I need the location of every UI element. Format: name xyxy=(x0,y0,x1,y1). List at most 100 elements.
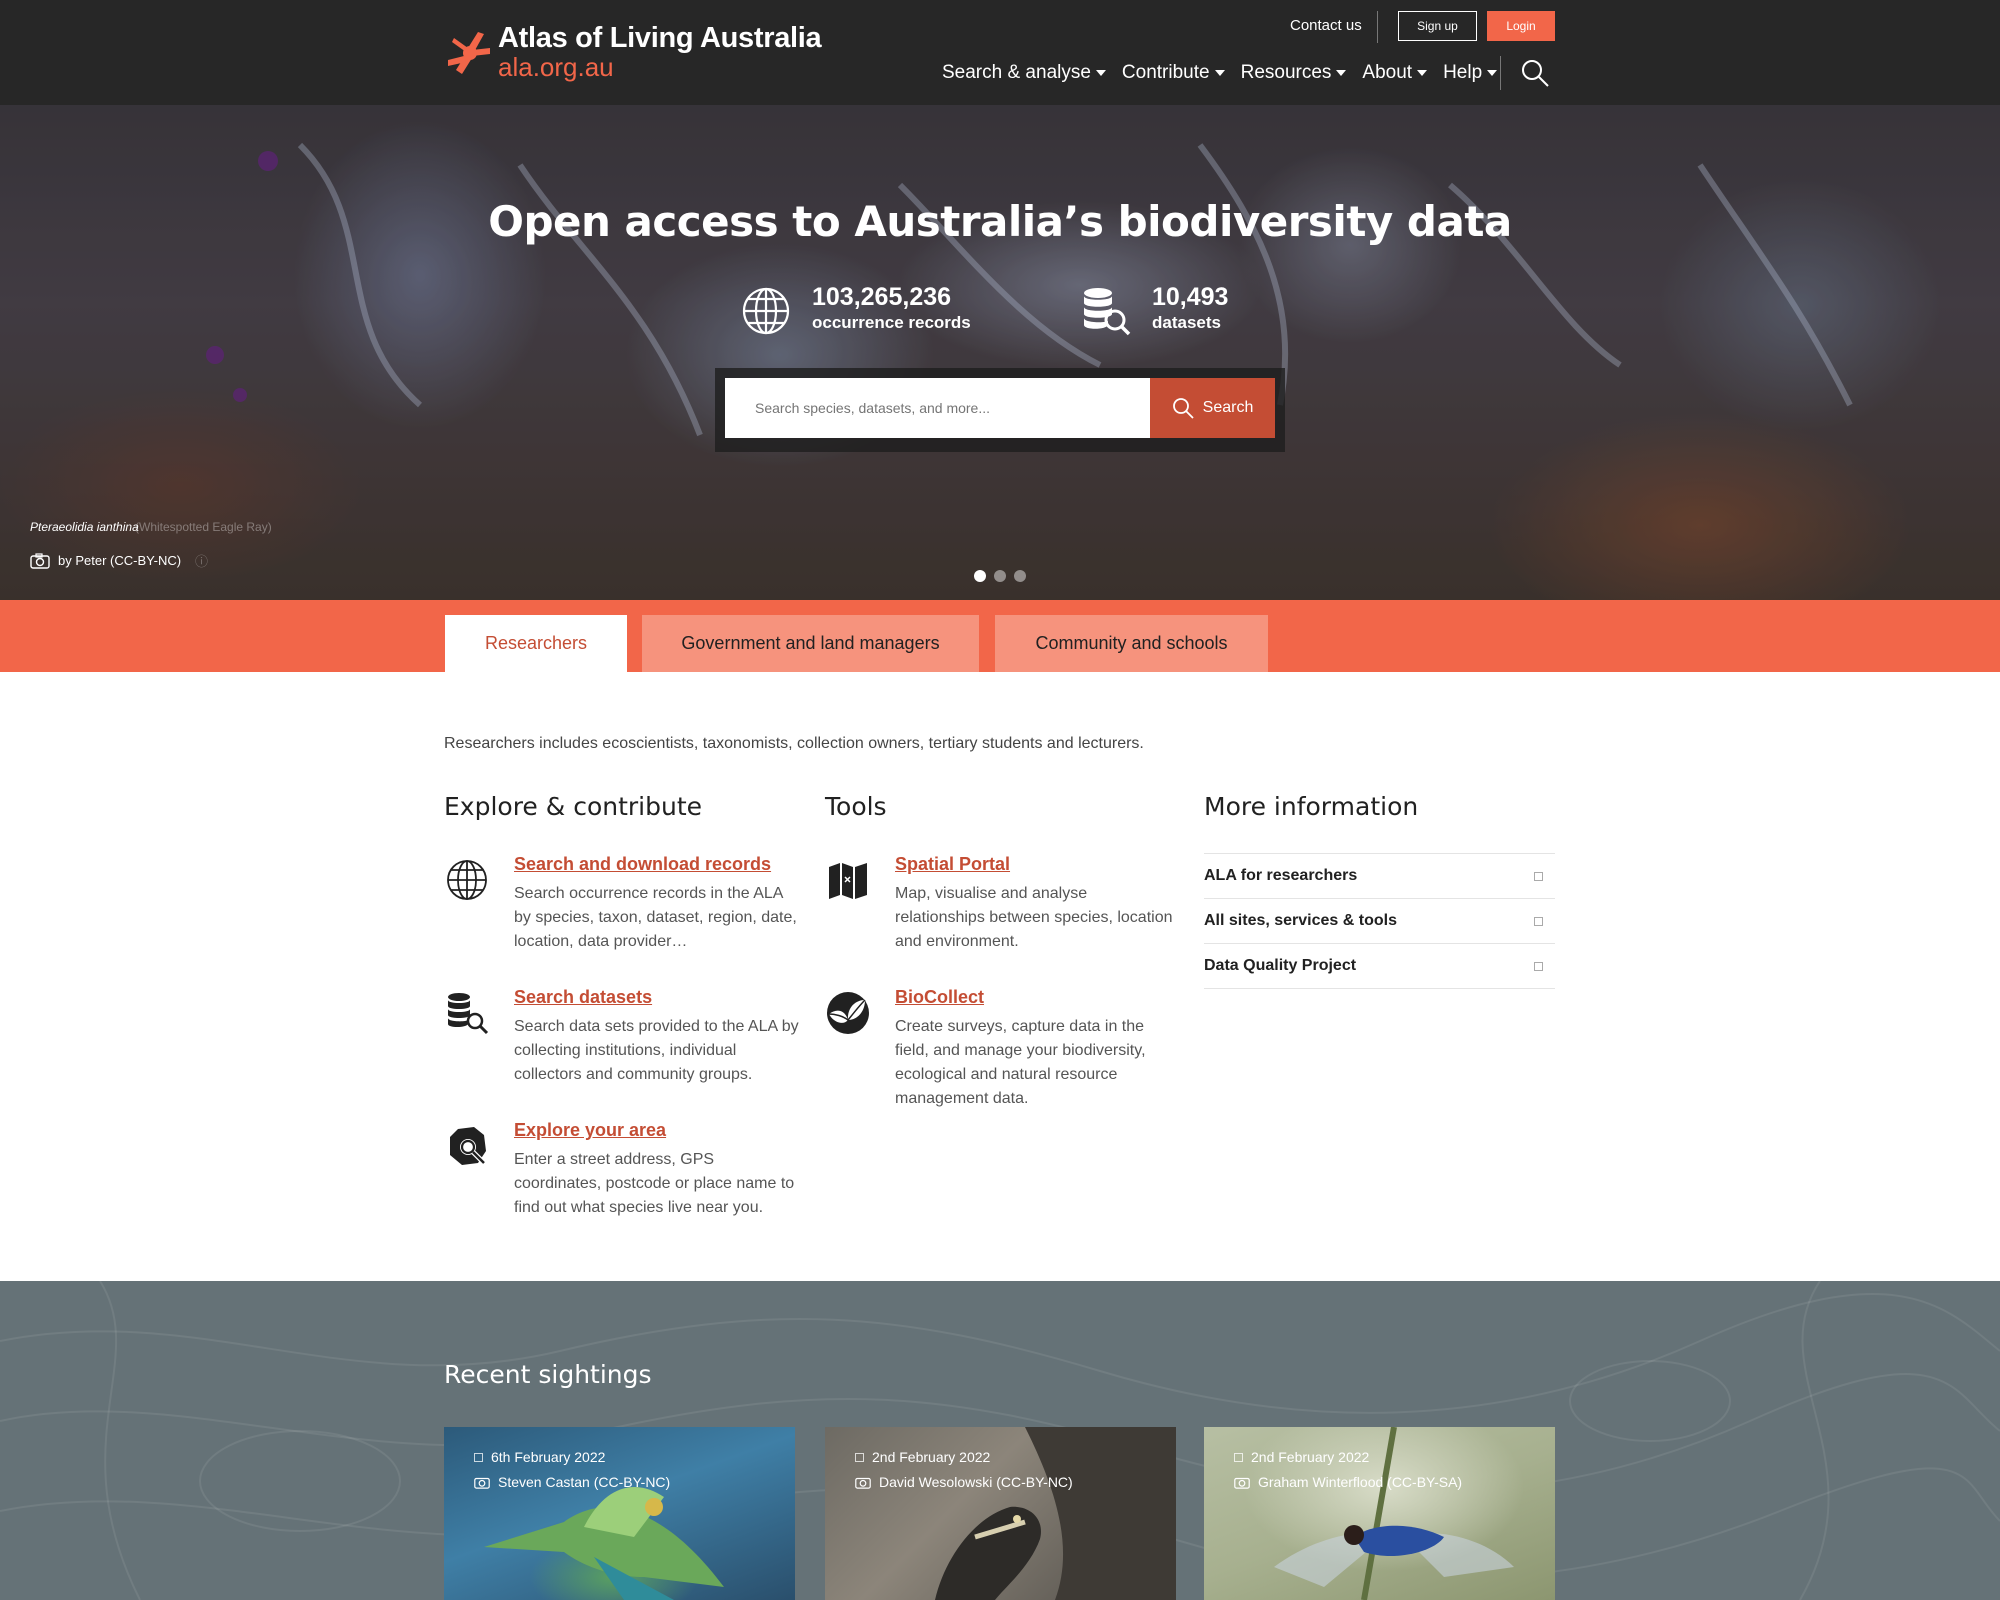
database-search-icon xyxy=(448,993,489,1035)
hero-search: Search xyxy=(715,368,1285,452)
ala-logo[interactable]: Atlas of Living Australia ala.org.au xyxy=(444,22,822,82)
sign-up-button[interactable]: Sign up xyxy=(1398,11,1477,41)
info-link-label: All sites, services & tools xyxy=(1204,912,1397,929)
explore-area-link[interactable]: Explore your area xyxy=(514,1120,666,1141)
sighting-date: 2nd February 2022 xyxy=(1234,1449,1369,1465)
caret-down-icon xyxy=(1095,70,1106,76)
more-info-list: ALA for researchers All sites, services … xyxy=(1204,853,1555,989)
external-link-icon xyxy=(1534,961,1543,971)
nav-label: Search & analyse xyxy=(942,62,1091,83)
sighting-card[interactable]: 6th February 2022 Steven Castan (CC-BY-N… xyxy=(444,1427,795,1600)
audience-tabs: Researchers Government and land managers… xyxy=(0,600,2000,672)
calendar-icon xyxy=(1234,1452,1243,1462)
stat-value: 10,493 xyxy=(1152,283,1229,311)
tab-government[interactable]: Government and land managers xyxy=(642,615,979,672)
caret-down-icon xyxy=(1214,70,1225,76)
recent-sightings-section: Recent sightings 6th February 2022 Steve… xyxy=(0,1281,2000,1600)
more-info-column: More information xyxy=(1204,792,1555,821)
globe-icon xyxy=(742,287,790,335)
tab-researchers[interactable]: Researchers xyxy=(445,615,627,672)
feature-description: Map, visualise and analyse relationships… xyxy=(895,885,1173,950)
carousel-dot-1[interactable] xyxy=(974,570,986,582)
globe-icon xyxy=(447,860,487,900)
feature-description: Create surveys, capture data in the fiel… xyxy=(895,1018,1146,1107)
feature-search-datasets: Search datasets Search data sets provide… xyxy=(444,987,804,1087)
leaf-icon xyxy=(827,992,869,1034)
explore-column: Explore & contribute Search and download… xyxy=(444,792,804,1216)
search-icon xyxy=(1172,398,1194,419)
header-divider xyxy=(1377,11,1378,43)
sighting-credit-text: Graham Winterflood (CC-BY-SA) xyxy=(1258,1474,1463,1490)
section-title: Explore & contribute xyxy=(444,792,703,821)
info-link-label: ALA for researchers xyxy=(1204,867,1358,884)
map-icon xyxy=(829,863,867,899)
section-title: More information xyxy=(1204,792,1419,821)
photo-credit: by Peter (CC-BY-NC) ⓘ xyxy=(30,551,208,570)
camera-icon xyxy=(1234,1477,1250,1489)
stat-label: datasets xyxy=(1152,313,1221,332)
external-link-icon xyxy=(1534,871,1543,881)
tab-intro-text: Researchers includes ecoscientists, taxo… xyxy=(444,735,1144,752)
search-icon[interactable] xyxy=(1520,58,1550,88)
nav-label: Resources xyxy=(1240,62,1332,83)
carousel-indicators xyxy=(974,570,1026,582)
nav-label: Contribute xyxy=(1121,62,1210,83)
feature-search-records: Search and download records Search occur… xyxy=(444,854,804,954)
camera-icon xyxy=(855,1477,871,1489)
info-link-data-quality[interactable]: Data Quality Project xyxy=(1204,944,1555,989)
hero-banner: Open access to Australia’s biodiversity … xyxy=(0,105,2000,600)
nav-resources[interactable]: Resources xyxy=(1241,60,1347,86)
section-title: Tools xyxy=(825,792,887,821)
caret-down-icon xyxy=(1336,70,1347,76)
stat-value: 103,265,236 xyxy=(812,283,952,311)
sighting-credit: Steven Castan (CC-BY-NC) xyxy=(474,1474,670,1490)
sighting-credit-text: David Wesolowski (CC-BY-NC) xyxy=(879,1474,1073,1490)
nav-search-analyse[interactable]: Search & analyse xyxy=(942,60,1106,86)
search-records-link[interactable]: Search and download records xyxy=(514,854,771,875)
info-link-all-sites[interactable]: All sites, services & tools xyxy=(1204,899,1555,944)
sighting-date: 6th February 2022 xyxy=(474,1449,605,1465)
photo-common-name: (Whitespotted Eagle Ray) xyxy=(135,520,272,534)
camera-icon xyxy=(30,552,50,569)
sighting-credit-text: Steven Castan (CC-BY-NC) xyxy=(498,1474,671,1490)
feature-explore-area: Explore your area Enter a street address… xyxy=(444,1120,804,1220)
sighting-date-text: 2nd February 2022 xyxy=(1251,1449,1370,1465)
nav-about[interactable]: About xyxy=(1362,60,1428,86)
login-button[interactable]: Login xyxy=(1487,11,1555,41)
tab-community[interactable]: Community and schools xyxy=(995,615,1268,672)
search-input[interactable] xyxy=(725,378,1150,438)
sighting-credit: Graham Winterflood (CC-BY-SA) xyxy=(1234,1474,1462,1490)
sighting-credit: David Wesolowski (CC-BY-NC) xyxy=(855,1474,1073,1490)
search-button[interactable]: Search xyxy=(1150,378,1275,438)
sighting-card[interactable]: 2nd February 2022 David Wesolowski (CC-B… xyxy=(825,1427,1176,1600)
spatial-portal-link[interactable]: Spatial Portal xyxy=(895,854,1010,875)
nav-label: Help xyxy=(1443,62,1483,83)
nav-help[interactable]: Help xyxy=(1443,60,1498,86)
hero-background-image xyxy=(0,105,2000,600)
sighting-date-text: 2nd February 2022 xyxy=(872,1449,991,1465)
feature-description: Search occurrence records in the ALA by … xyxy=(514,885,797,950)
info-icon[interactable]: ⓘ xyxy=(195,551,208,570)
nav-contribute[interactable]: Contribute xyxy=(1122,60,1225,86)
logo-title: Atlas of Living Australia xyxy=(498,22,822,54)
caret-down-icon xyxy=(1417,70,1428,76)
sighting-date-text: 6th February 2022 xyxy=(491,1449,606,1465)
hero-title: Open access to Australia’s biodiversity … xyxy=(488,197,1512,246)
database-search-icon xyxy=(1084,288,1131,336)
search-datasets-link[interactable]: Search datasets xyxy=(514,987,652,1008)
site-header: Atlas of Living Australia ala.org.au Con… xyxy=(0,0,2000,105)
biocollect-link[interactable]: BioCollect xyxy=(895,987,984,1008)
info-link-ala-researchers[interactable]: ALA for researchers xyxy=(1204,854,1555,899)
contact-us-link[interactable]: Contact us xyxy=(1290,17,1362,34)
photo-credit-text: by Peter (CC-BY-NC) xyxy=(58,553,182,568)
sighting-card[interactable]: 2nd February 2022 Graham Winterflood (CC… xyxy=(1204,1427,1555,1600)
sighting-date: 2nd February 2022 xyxy=(855,1449,990,1465)
search-button-label: Search xyxy=(1202,399,1254,416)
main-nav: Search & analyse Contribute Resources Ab… xyxy=(942,60,1498,86)
stat-label: occurrence records xyxy=(812,313,971,332)
camera-icon xyxy=(474,1477,490,1489)
tools-column: Tools Spatial Portal Map, visualise and … xyxy=(825,792,1185,1107)
carousel-dot-2[interactable] xyxy=(994,570,1006,582)
calendar-icon xyxy=(855,1452,864,1462)
carousel-dot-3[interactable] xyxy=(1014,570,1026,582)
